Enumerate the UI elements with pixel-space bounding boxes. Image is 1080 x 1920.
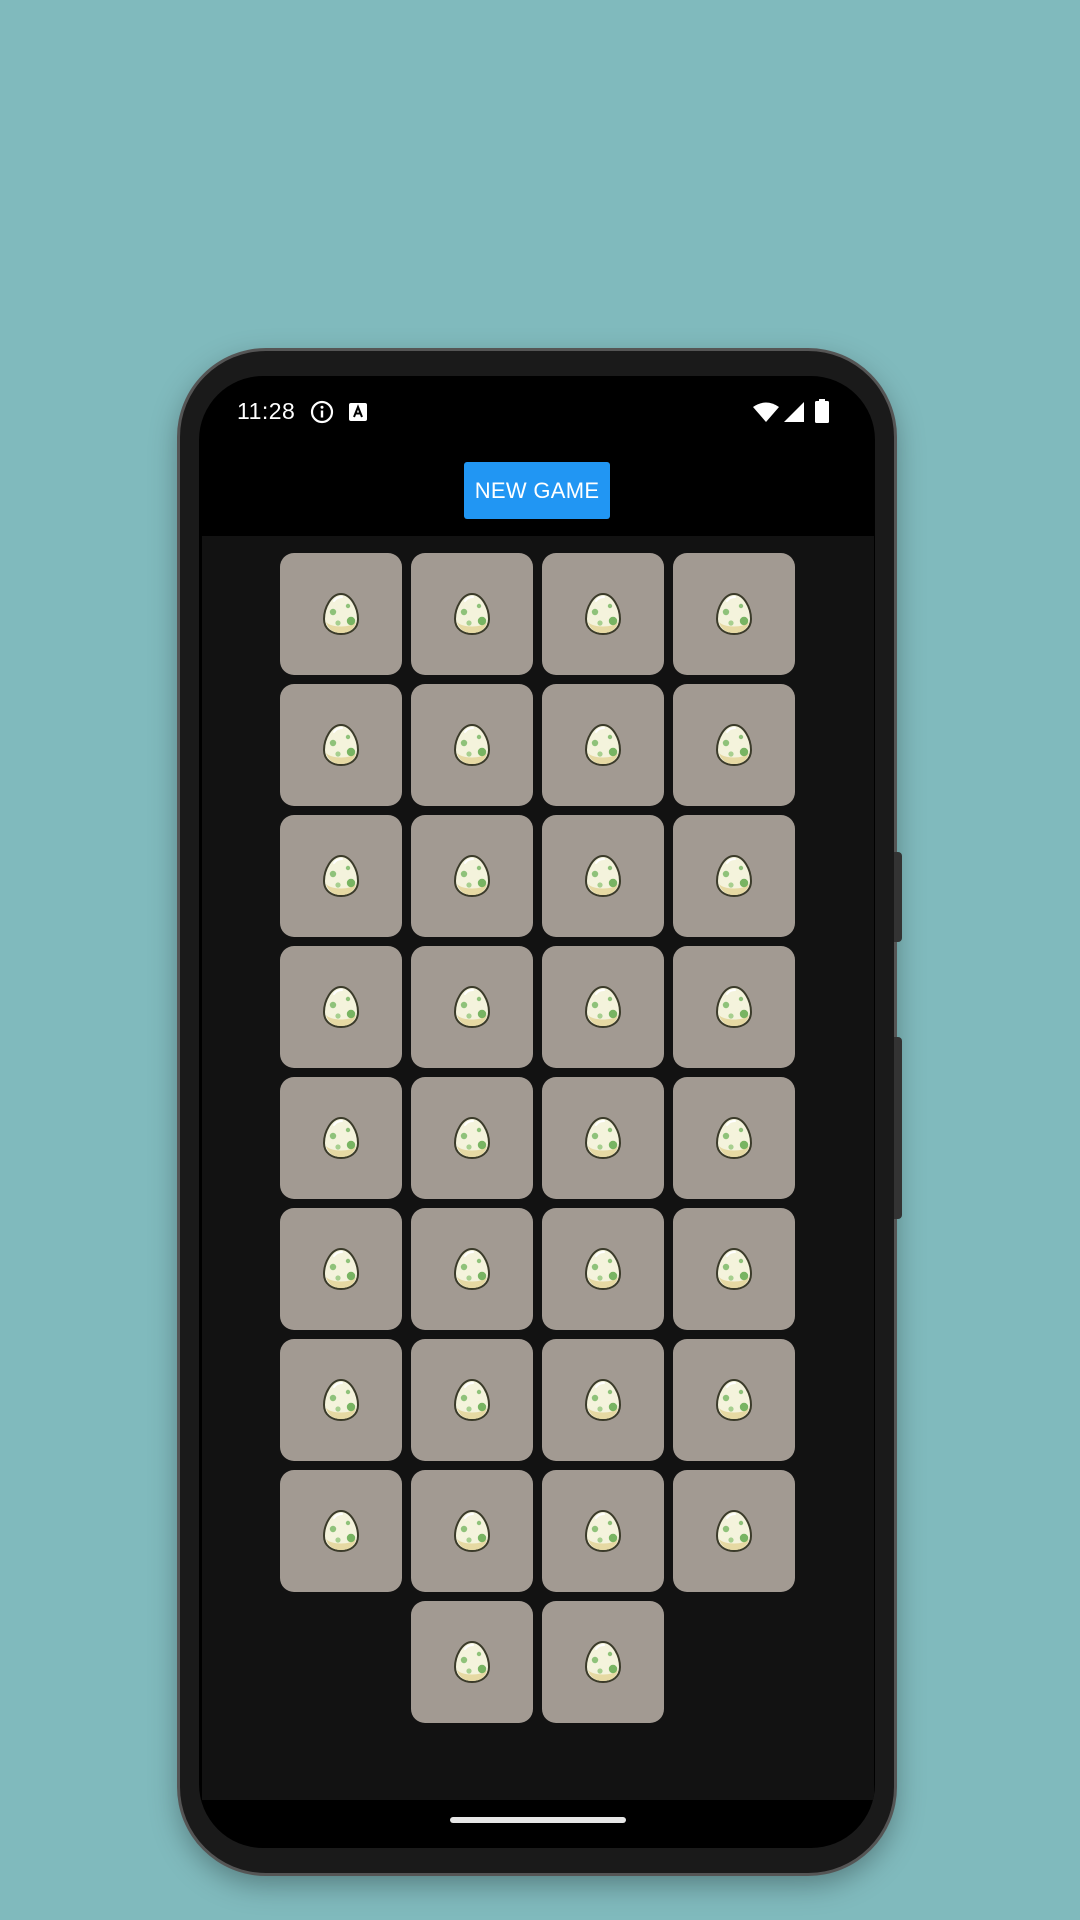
card-grid xyxy=(279,553,795,1723)
memory-card[interactable] xyxy=(410,1077,533,1199)
egg-icon xyxy=(714,1378,754,1422)
phone-power-button xyxy=(894,852,902,942)
egg-icon xyxy=(714,592,754,636)
memory-card[interactable] xyxy=(279,1470,402,1592)
egg-icon xyxy=(321,723,361,767)
status-time: 11:28 xyxy=(237,398,296,424)
phone-screen: 11:28 NEW GAME xyxy=(199,376,875,1848)
egg-icon xyxy=(321,1509,361,1553)
memory-card[interactable] xyxy=(672,1339,795,1461)
egg-icon xyxy=(321,854,361,898)
memory-card[interactable] xyxy=(672,1077,795,1199)
memory-card[interactable] xyxy=(541,553,664,675)
egg-icon xyxy=(714,723,754,767)
egg-icon xyxy=(321,592,361,636)
egg-icon xyxy=(583,1640,623,1684)
egg-icon xyxy=(583,1509,623,1553)
phone-volume-button xyxy=(894,1037,902,1219)
egg-icon xyxy=(452,1116,492,1160)
egg-icon xyxy=(452,1509,492,1553)
memory-card[interactable] xyxy=(410,1208,533,1330)
memory-card[interactable] xyxy=(672,1208,795,1330)
memory-card[interactable] xyxy=(672,553,795,675)
memory-card[interactable] xyxy=(541,1077,664,1199)
navigation-handle[interactable] xyxy=(450,1817,626,1823)
egg-icon xyxy=(452,854,492,898)
memory-card[interactable] xyxy=(541,1470,664,1592)
memory-card[interactable] xyxy=(541,946,664,1068)
egg-icon xyxy=(714,854,754,898)
memory-card[interactable] xyxy=(541,1339,664,1461)
egg-icon xyxy=(452,1378,492,1422)
egg-icon xyxy=(452,985,492,1029)
memory-card[interactable] xyxy=(410,946,533,1068)
egg-icon xyxy=(452,1247,492,1291)
egg-icon xyxy=(583,723,623,767)
memory-card[interactable] xyxy=(541,815,664,937)
egg-icon xyxy=(583,592,623,636)
memory-card[interactable] xyxy=(672,946,795,1068)
egg-icon xyxy=(452,592,492,636)
game-board xyxy=(202,536,874,1800)
memory-card[interactable] xyxy=(672,815,795,937)
egg-icon xyxy=(321,1116,361,1160)
memory-card[interactable] xyxy=(279,1208,402,1330)
egg-icon xyxy=(583,985,623,1029)
memory-card[interactable] xyxy=(541,1601,664,1723)
memory-card[interactable] xyxy=(279,1339,402,1461)
keyboard-a-icon xyxy=(349,403,367,426)
egg-icon xyxy=(321,1378,361,1422)
memory-card[interactable] xyxy=(410,1339,533,1461)
egg-icon xyxy=(452,723,492,767)
egg-icon xyxy=(714,985,754,1029)
memory-card[interactable] xyxy=(541,684,664,806)
egg-icon xyxy=(714,1116,754,1160)
memory-card[interactable] xyxy=(279,815,402,937)
status-bar: 11:28 xyxy=(199,376,875,448)
egg-icon xyxy=(452,1640,492,1684)
memory-card[interactable] xyxy=(410,1470,533,1592)
egg-icon xyxy=(321,1247,361,1291)
info-icon xyxy=(310,400,334,429)
memory-card[interactable] xyxy=(410,1601,533,1723)
memory-card[interactable] xyxy=(279,946,402,1068)
memory-card[interactable] xyxy=(279,553,402,675)
memory-card[interactable] xyxy=(410,553,533,675)
memory-card[interactable] xyxy=(672,1470,795,1592)
egg-icon xyxy=(583,1116,623,1160)
egg-icon xyxy=(583,1247,623,1291)
egg-icon xyxy=(714,1247,754,1291)
battery-icon xyxy=(815,399,829,428)
egg-icon xyxy=(321,985,361,1029)
wifi-icon xyxy=(753,402,779,427)
memory-card[interactable] xyxy=(279,684,402,806)
memory-card[interactable] xyxy=(672,684,795,806)
egg-icon xyxy=(583,1378,623,1422)
egg-icon xyxy=(583,854,623,898)
memory-card[interactable] xyxy=(410,684,533,806)
egg-icon xyxy=(714,1509,754,1553)
new-game-button[interactable]: NEW GAME xyxy=(464,462,610,519)
cellular-signal-icon xyxy=(784,402,804,427)
memory-card[interactable] xyxy=(541,1208,664,1330)
memory-card[interactable] xyxy=(410,815,533,937)
memory-card[interactable] xyxy=(279,1077,402,1199)
